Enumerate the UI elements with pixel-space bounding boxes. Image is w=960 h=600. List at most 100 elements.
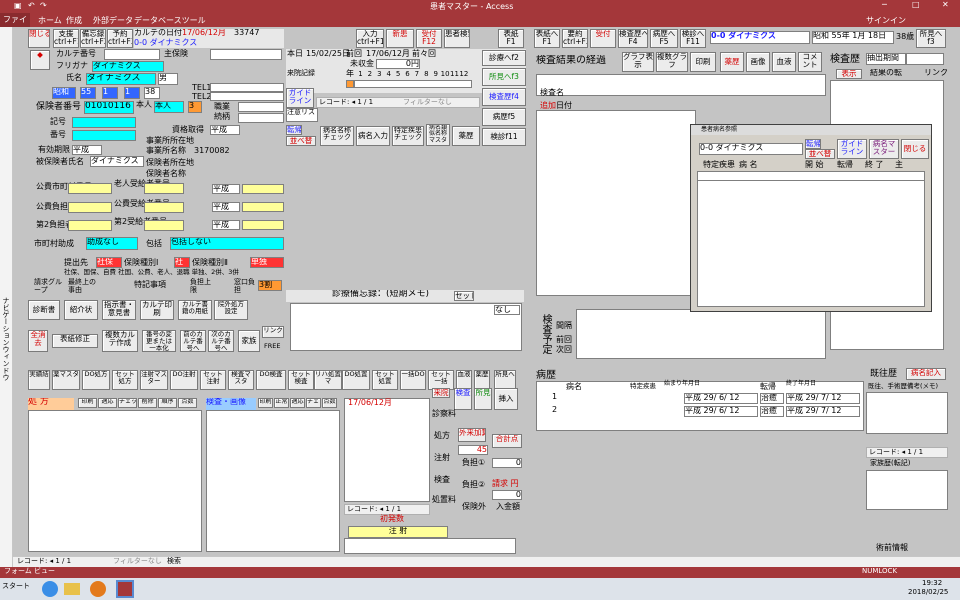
insured-name-field[interactable]: ダイナミクス [90, 156, 144, 167]
memo-area[interactable] [290, 303, 522, 351]
tab-external[interactable]: 外部データ [93, 15, 133, 26]
transfer-button[interactable]: 転帰 [286, 125, 302, 135]
disease-popup[interactable]: 患者病名参照 0-0 ダイナミクス 転帰 並べ替 ガイドライン 病名マスター 閉… [690, 124, 932, 312]
insurer-no-field[interactable]: 01010116 [84, 101, 134, 114]
inject-grid[interactable] [344, 538, 516, 554]
pub-date2[interactable] [242, 202, 284, 212]
next-karte-button[interactable]: 次のカルテ番号へ [208, 330, 234, 352]
rx-tab[interactable]: 印刷 [78, 398, 97, 408]
finding-small-button[interactable]: 所見 [474, 388, 492, 410]
cover-fix-button[interactable]: 表紙修正 [52, 334, 98, 348]
lower-finding-button[interactable]: 所見へ [494, 370, 516, 390]
prev-karte-button[interactable]: 前のカルテ番号へ [180, 330, 206, 352]
birth-day-field[interactable]: 1 [124, 87, 140, 99]
sex-field[interactable]: 男 [158, 73, 178, 85]
exam-f4-button[interactable]: 検査歴f4 [482, 88, 526, 106]
rx-tab[interactable]: チェック [118, 398, 137, 408]
status-record-nav[interactable]: レコード: ◂ 1 / 1 [17, 557, 71, 566]
close-button[interactable]: 閉じる [28, 29, 50, 48]
popup-master-button[interactable]: 病名マスター [869, 139, 899, 159]
redo-icon[interactable]: ↷ [40, 1, 47, 10]
multi-graph-button[interactable]: 複数グラフ [656, 52, 688, 72]
pub1-field[interactable] [68, 183, 112, 194]
symbol-field[interactable] [72, 117, 136, 128]
insurance-field[interactable] [210, 49, 282, 60]
rx-tab[interactable]: 削除 [138, 398, 157, 408]
drug-history-button[interactable]: 薬歴 [452, 126, 480, 146]
lower-set-proc-button[interactable]: セット処置 [372, 370, 398, 390]
popup-grid[interactable] [697, 171, 925, 307]
name-field[interactable]: ダイナミクス [86, 73, 156, 85]
pub1b-field[interactable] [144, 183, 184, 194]
lower-set-inject-button[interactable]: セット注射 [200, 370, 226, 390]
exam-result-grid[interactable] [536, 74, 826, 96]
karte-book-button[interactable]: カルテ書籍の用紙 [178, 300, 212, 320]
folder-icon[interactable] [64, 583, 80, 595]
exam-tab[interactable]: チェック [306, 398, 321, 408]
patient-search-button[interactable]: 患者検索 [444, 29, 470, 48]
renumber-button[interactable]: 番号の変更または一本化 [142, 330, 176, 352]
rx-tab[interactable]: 適応 [98, 398, 117, 408]
display-button[interactable]: 表示 [836, 69, 862, 79]
cover2-button[interactable]: 表紙へ F1 [534, 29, 560, 48]
lower-do-exam-button[interactable]: DO検査 [256, 370, 286, 390]
middle-record-nav[interactable]: レコード: ◂ 1 / 1 フィルターなし [316, 97, 480, 108]
special-check-button[interactable]: 特定疾患チェック [392, 126, 424, 146]
karte-confirm-button[interactable]: ◆ [30, 50, 50, 70]
tel1-field[interactable] [210, 83, 284, 92]
extract-field[interactable] [906, 53, 944, 65]
exam-f11-button[interactable]: 検診f11 [482, 128, 526, 146]
exam-tab[interactable]: 正常 [274, 398, 289, 408]
total-button[interactable]: 合計点 [492, 434, 522, 448]
disease-check-button[interactable]: 病名名称チェック [320, 126, 354, 146]
birth-year-field[interactable]: 55 [80, 87, 96, 99]
history-row-start[interactable]: 平成 29/ 6/ 12 [684, 406, 758, 417]
pub2b-field[interactable] [144, 202, 184, 213]
history-row-end[interactable]: 平成 29/ 7/ 12 [786, 393, 860, 404]
family-button[interactable]: 家族 [238, 330, 260, 352]
lower-set-rx-button[interactable]: セット処方 [112, 370, 138, 390]
diag-f2-button[interactable]: 診療へf2 [482, 50, 526, 66]
family-grid[interactable] [866, 470, 948, 510]
undo-icon[interactable]: ↶ [28, 1, 35, 10]
summary-button[interactable]: 要約 ctrl+F3 [562, 29, 588, 48]
access-icon[interactable] [116, 580, 134, 598]
rx-grid[interactable] [28, 410, 202, 552]
incl-field[interactable]: 包括しない [170, 237, 284, 250]
checkup-button[interactable]: 検診へ F11 [680, 29, 706, 48]
history-row-out[interactable]: 治癒 [760, 406, 784, 417]
past-input-button[interactable]: 病名記入 [906, 368, 946, 380]
date-grid[interactable] [344, 398, 430, 502]
signin-link[interactable]: サインイン [866, 15, 906, 26]
furigana-field[interactable]: ダイナミクス [92, 61, 164, 72]
lower-set-exam-button[interactable]: セット検査 [288, 370, 314, 390]
lower-drug-button[interactable]: 薬歴 [474, 370, 490, 390]
submit-field[interactable]: 社保 [96, 257, 122, 268]
lower-stamp-button[interactable]: 薬マスタ [52, 370, 80, 390]
self-field[interactable]: 本人 [154, 101, 184, 113]
out-rx-button[interactable]: 院外処方設定 [214, 300, 248, 320]
tab-dbtools[interactable]: データベースツール [134, 15, 206, 26]
disease-input-button[interactable]: 病名入力 [356, 126, 390, 146]
blood-button[interactable]: 血液 [772, 52, 796, 72]
input-button[interactable]: 入力ctrl+F12 [356, 29, 384, 48]
exam-history-button[interactable]: 検査歴へ F4 [618, 29, 648, 48]
pub-date1[interactable] [242, 184, 284, 194]
lower-do-proc-button[interactable]: DO処置 [342, 370, 370, 390]
popup-guideline-button[interactable]: ガイドライン [837, 139, 867, 159]
exam-tab[interactable]: 印刷 [258, 398, 273, 408]
lower-blood-button[interactable]: 血液 [456, 370, 472, 390]
visit-button[interactable]: 来院 [432, 388, 450, 398]
pub-date3[interactable] [242, 220, 284, 230]
start-button[interactable]: スタート [2, 581, 34, 597]
memo-set-button[interactable]: セット [454, 291, 474, 301]
ins-type-field[interactable]: 社 [174, 257, 190, 268]
finding-button[interactable]: 所見へ f3 [916, 29, 946, 48]
diag-button[interactable]: 診断書 [28, 300, 60, 320]
referral-button[interactable]: 紹介状 [64, 300, 98, 320]
pub-era1[interactable]: 平成 [212, 184, 240, 194]
exam-tab[interactable]: 適応 [290, 398, 305, 408]
image-button[interactable]: 画像 [746, 52, 770, 72]
note-list[interactable]: 注意リスト [286, 108, 318, 122]
job-field[interactable] [238, 102, 284, 112]
